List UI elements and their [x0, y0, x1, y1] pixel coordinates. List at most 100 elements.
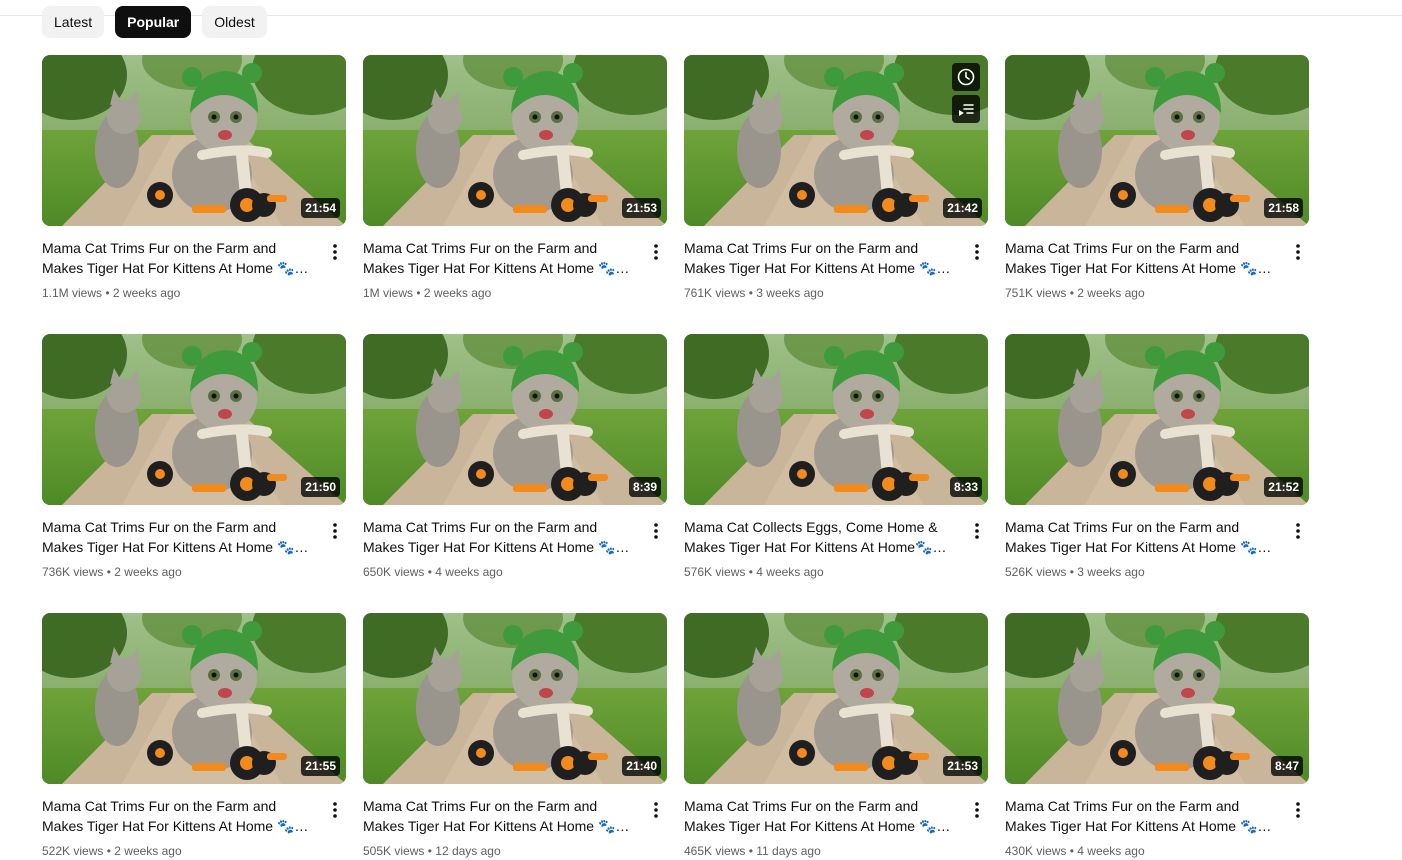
video-stats: 650K views • 4 weeks ago [363, 563, 640, 581]
upload-age: 4 weeks ago [756, 565, 824, 579]
more-actions-icon[interactable] [1286, 798, 1310, 822]
upload-age: 2 weeks ago [112, 286, 181, 300]
video-stats: 1.1M views • 2 weeks ago [42, 284, 319, 302]
more-actions-icon[interactable] [965, 519, 989, 543]
upload-age: 2 weeks ago [114, 565, 182, 579]
video-stats: 505K views • 12 days ago [363, 842, 640, 860]
video-thumbnail[interactable]: 21:52 [1005, 334, 1309, 505]
upload-age: 2 weeks ago [1077, 286, 1145, 300]
video-duration-badge: 21:50 [301, 477, 340, 497]
upload-age: 12 days ago [435, 844, 501, 858]
video-meta: Mama Cat Trims Fur on the Farm and Makes… [1005, 796, 1310, 860]
more-actions-icon[interactable] [965, 798, 989, 822]
more-actions-icon[interactable] [1286, 240, 1310, 264]
view-count: 650K views [363, 565, 425, 579]
watch-later-icon[interactable] [952, 63, 980, 91]
video-thumbnail[interactable]: 21:53 [363, 55, 667, 226]
view-count: 576K views [684, 565, 746, 579]
video-thumbnail[interactable]: 21:58 [1005, 55, 1309, 226]
video-card[interactable]: 21:55 Mama Cat Trims Fur on the Farm and… [42, 613, 347, 860]
video-thumbnail[interactable]: 21:40 [363, 613, 667, 784]
video-duration-badge: 8:47 [1270, 756, 1303, 776]
video-card[interactable]: 21:52 Mama Cat Trims Fur on the Farm and… [1005, 334, 1310, 581]
view-count: 751K views [1005, 286, 1067, 300]
video-title[interactable]: Mama Cat Trims Fur on the Farm and Makes… [363, 796, 640, 836]
upload-age: 2 weeks ago [423, 286, 492, 300]
upload-age: 4 weeks ago [435, 565, 503, 579]
video-title[interactable]: Mama Cat Trims Fur on the Farm and Makes… [1005, 517, 1282, 557]
video-thumbnail[interactable]: 21:50 [42, 334, 346, 505]
video-stats: 522K views • 2 weeks ago [42, 842, 319, 860]
sort-filter-chips: Latest Popular Oldest [42, 6, 267, 38]
video-title[interactable]: Mama Cat Trims Fur on the Farm and Makes… [42, 238, 319, 278]
view-count: 761K views [684, 286, 746, 300]
video-card[interactable]: 21:42 Mama Cat Trims Fur on the Farm and… [684, 55, 989, 302]
video-card[interactable]: 21:40 Mama Cat Trims Fur on the Farm and… [363, 613, 668, 860]
video-meta: Mama Cat Trims Fur on the Farm and Makes… [684, 238, 989, 302]
video-title[interactable]: Mama Cat Trims Fur on the Farm and Makes… [363, 517, 640, 557]
video-meta: Mama Cat Trims Fur on the Farm and Makes… [42, 238, 347, 302]
video-title[interactable]: Mama Cat Trims Fur on the Farm and Makes… [42, 796, 319, 836]
video-card[interactable]: 8:33 Mama Cat Collects Eggs, Come Home &… [684, 334, 989, 581]
video-meta: Mama Cat Trims Fur on the Farm and Makes… [363, 796, 668, 860]
video-title[interactable]: Mama Cat Trims Fur on the Farm and Makes… [1005, 796, 1282, 836]
view-count: 465K views [684, 844, 746, 858]
video-thumbnail[interactable]: 8:47 [1005, 613, 1309, 784]
video-title[interactable]: Mama Cat Trims Fur on the Farm and Makes… [684, 796, 961, 836]
video-meta: Mama Cat Trims Fur on the Farm and Makes… [363, 517, 668, 581]
video-card[interactable]: 21:54 Mama Cat Trims Fur on the Farm and… [42, 55, 347, 302]
video-card[interactable]: 8:39 Mama Cat Trims Fur on the Farm and … [363, 334, 668, 581]
video-meta: Mama Cat Trims Fur on the Farm and Makes… [42, 796, 347, 860]
more-actions-icon[interactable] [965, 240, 989, 264]
video-stats: 761K views • 3 weeks ago [684, 284, 961, 302]
video-card[interactable]: 21:53 Mama Cat Trims Fur on the Farm and… [363, 55, 668, 302]
video-duration-badge: 21:55 [301, 756, 340, 776]
more-actions-icon[interactable] [644, 798, 668, 822]
more-actions-icon[interactable] [1286, 519, 1310, 543]
video-card[interactable]: 8:47 Mama Cat Trims Fur on the Farm and … [1005, 613, 1310, 860]
upload-age: 11 days ago [756, 844, 821, 858]
add-to-queue-icon[interactable] [952, 95, 980, 123]
video-title[interactable]: Mama Cat Trims Fur on the Farm and Makes… [684, 238, 961, 278]
video-stats: 751K views • 2 weeks ago [1005, 284, 1282, 302]
video-meta: Mama Cat Collects Eggs, Come Home & Make… [684, 517, 989, 581]
video-thumbnail[interactable]: 8:33 [684, 334, 988, 505]
chip-popular[interactable]: Popular [115, 6, 192, 38]
video-stats: 465K views • 11 days ago [684, 842, 961, 860]
video-duration-badge: 8:39 [628, 477, 661, 497]
video-meta: Mama Cat Trims Fur on the Farm and Makes… [1005, 517, 1310, 581]
more-actions-icon[interactable] [644, 519, 668, 543]
video-thumbnail[interactable]: 21:55 [42, 613, 346, 784]
chip-latest[interactable]: Latest [42, 6, 105, 38]
video-stats: 576K views • 4 weeks ago [684, 563, 961, 581]
video-thumbnail[interactable]: 8:39 [363, 334, 667, 505]
more-actions-icon[interactable] [323, 240, 347, 264]
more-actions-icon[interactable] [323, 798, 347, 822]
video-stats: 526K views • 3 weeks ago [1005, 563, 1282, 581]
video-stats: 430K views • 4 weeks ago [1005, 842, 1282, 860]
upload-age: 4 weeks ago [1077, 844, 1145, 858]
video-meta: Mama Cat Trims Fur on the Farm and Makes… [1005, 238, 1310, 302]
thumbnail-image [363, 334, 667, 505]
video-title[interactable]: Mama Cat Trims Fur on the Farm and Makes… [1005, 238, 1282, 278]
video-card[interactable]: 21:50 Mama Cat Trims Fur on the Farm and… [42, 334, 347, 581]
chip-oldest[interactable]: Oldest [202, 6, 267, 38]
view-count: 522K views [42, 844, 104, 858]
video-title[interactable]: Mama Cat Trims Fur on the Farm and Makes… [42, 517, 319, 557]
video-duration-badge: 21:42 [943, 198, 982, 218]
video-thumbnail[interactable]: 21:54 [42, 55, 346, 226]
video-card[interactable]: 21:58 Mama Cat Trims Fur on the Farm and… [1005, 55, 1310, 302]
more-actions-icon[interactable] [323, 519, 347, 543]
video-thumbnail[interactable]: 21:53 [684, 613, 988, 784]
thumbnail-image [684, 334, 988, 505]
video-title[interactable]: Mama Cat Trims Fur on the Farm and Makes… [363, 238, 640, 278]
upload-age: 2 weeks ago [114, 844, 182, 858]
stats-separator: • [105, 286, 113, 300]
video-stats: 1M views • 2 weeks ago [363, 284, 640, 302]
more-actions-icon[interactable] [644, 240, 668, 264]
video-meta: Mama Cat Trims Fur on the Farm and Makes… [684, 796, 989, 860]
stats-separator: • [416, 286, 424, 300]
video-title[interactable]: Mama Cat Collects Eggs, Come Home & Make… [684, 517, 961, 557]
video-thumbnail[interactable]: 21:42 [684, 55, 988, 226]
video-card[interactable]: 21:53 Mama Cat Trims Fur on the Farm and… [684, 613, 989, 860]
